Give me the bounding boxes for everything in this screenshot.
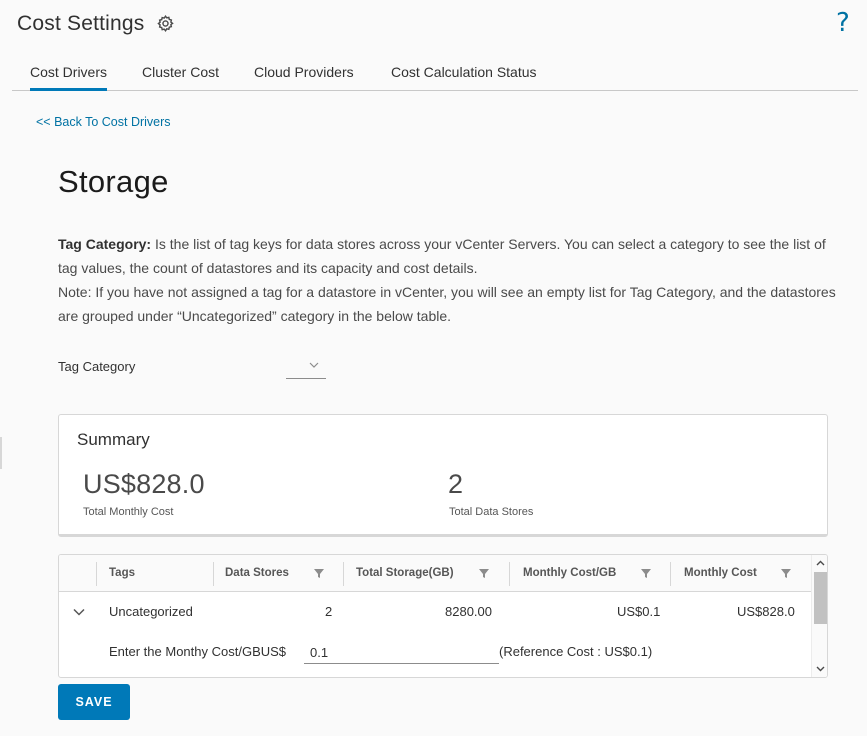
table-header: Tags Data Stores Total Storage(GB) Month… [59, 555, 811, 592]
section-heading: Storage [58, 164, 169, 199]
tab-cluster-cost[interactable]: Cluster Cost [142, 64, 219, 91]
chevron-down-icon[interactable] [72, 605, 86, 619]
tab-bar: Cost Drivers Cluster Cost Cloud Provider… [12, 56, 858, 91]
total-monthly-cost-label: Total Monthly Cost [83, 506, 174, 518]
gear-icon[interactable] [156, 14, 175, 33]
description-note: Note: If you have not assigned a tag for… [58, 284, 836, 324]
tab-cost-calculation-status[interactable]: Cost Calculation Status [391, 64, 537, 91]
storage-table: Tags Data Stores Total Storage(GB) Month… [58, 554, 828, 678]
back-to-cost-drivers-link[interactable]: << Back To Cost Drivers [36, 115, 171, 129]
filter-icon[interactable] [314, 569, 324, 578]
column-header-monthly-cost-per-gb[interactable]: Monthly Cost/GB [523, 567, 616, 579]
total-data-stores-label: Total Data Stores [449, 506, 534, 518]
column-separator [509, 562, 510, 586]
summary-title: Summary [77, 430, 150, 449]
scroll-down-icon[interactable] [815, 663, 826, 674]
column-header-tags[interactable]: Tags [109, 567, 135, 579]
filter-icon[interactable] [479, 569, 489, 578]
column-separator [96, 562, 97, 586]
reference-cost-text: (Reference Cost : US$0.1) [499, 644, 653, 659]
tab-cost-drivers[interactable]: Cost Drivers [30, 64, 108, 91]
scroll-up-icon[interactable] [815, 558, 826, 569]
divider [0, 437, 2, 469]
filter-icon[interactable] [641, 569, 651, 578]
description-label: Tag Category: [58, 236, 152, 252]
total-monthly-cost-value: US$828.0 [83, 469, 205, 499]
tag-category-label: Tag Category [58, 359, 136, 374]
page-title: Cost Settings [17, 12, 145, 35]
help-icon[interactable]: ? [836, 8, 850, 38]
column-separator [670, 562, 671, 586]
monthly-cost-input-label: Enter the Monthy Cost/GBUS$ [109, 644, 287, 659]
column-separator [343, 562, 344, 586]
column-header-total-storage[interactable]: Total Storage(GB) [356, 567, 454, 579]
column-header-data-stores[interactable]: Data Stores [225, 567, 289, 579]
column-header-monthly-cost[interactable]: Monthly Cost [684, 567, 757, 579]
scroll-thumb[interactable] [814, 572, 827, 624]
summary-card: Summary US$828.0 Total Monthly Cost 2 To… [58, 414, 828, 537]
cell-monthly-cost: US$828.0 [737, 604, 795, 619]
column-separator [213, 562, 214, 586]
save-button[interactable]: SAVE [58, 684, 130, 720]
table-scrollbar[interactable] [811, 555, 827, 677]
description: Tag Category: Is the list of tag keys fo… [58, 232, 838, 328]
monthly-cost-per-gb-input[interactable] [304, 641, 499, 664]
cell-data-stores: 2 [325, 604, 333, 619]
cell-tags: Uncategorized [109, 604, 193, 619]
total-data-stores-value: 2 [448, 469, 464, 499]
tab-cloud-providers[interactable]: Cloud Providers [254, 64, 354, 91]
cell-monthly-cost-per-gb: US$0.1 [617, 604, 661, 619]
tag-category-select[interactable] [286, 356, 326, 379]
description-text: Is the list of tag keys for data stores … [58, 236, 826, 276]
page-header: Cost Settings ? [0, 0, 867, 50]
cell-total-storage: 8280.00 [445, 604, 492, 619]
chevron-down-icon [309, 362, 319, 368]
filter-icon[interactable] [781, 569, 791, 578]
